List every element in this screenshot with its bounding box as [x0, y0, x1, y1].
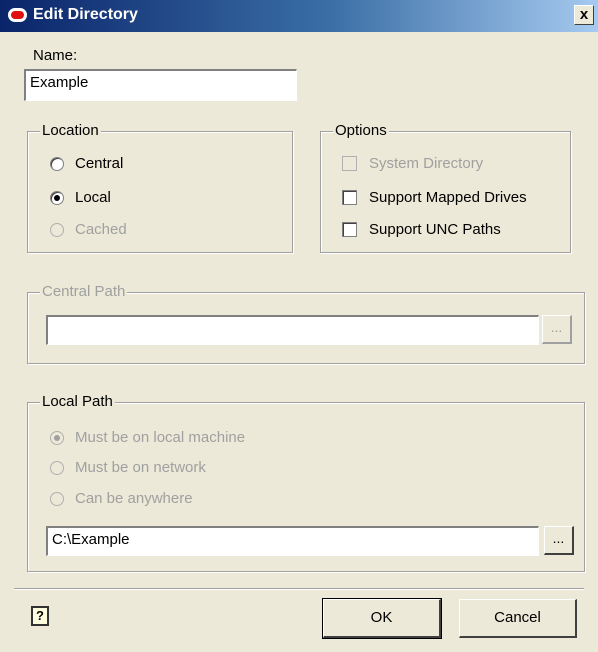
name-label: Name: [33, 47, 78, 64]
must-be-on-network-label: Must be on network [75, 459, 206, 476]
central-path-browse-button: ... [542, 315, 572, 344]
radio-local-label: Local [75, 189, 111, 206]
options-group: Options System Directory Support Mapped … [320, 122, 571, 253]
oracle-logo-icon [8, 8, 27, 22]
checkbox-support-mapped-drives[interactable]: Support Mapped Drives [342, 189, 527, 206]
help-icon[interactable]: ? [31, 606, 49, 626]
radio-central-label: Central [75, 155, 124, 172]
must-be-on-local-machine-label: Must be on local machine [75, 429, 246, 446]
local-path-input[interactable]: C:\Example [46, 526, 539, 556]
checkbox-support-unc-paths[interactable]: Support UNC Paths [342, 221, 501, 238]
checkbox-system-directory: System Directory [342, 155, 483, 172]
local-path-browse-button[interactable]: ... [544, 526, 574, 555]
radio-cached: Cached [50, 221, 127, 238]
checkbox[interactable] [342, 222, 357, 237]
title-bar[interactable]: Edit Directory x [0, 0, 598, 32]
radio-central[interactable]: Central [50, 155, 123, 172]
edit-directory-dialog: Edit Directory x Name: Example Location … [0, 0, 598, 652]
radio-can-be-anywhere: Can be anywhere [50, 490, 193, 507]
checkbox[interactable] [342, 190, 357, 205]
radio-local[interactable]: Local [50, 189, 111, 206]
local-path-group: Local Path Must be on local machine Must… [27, 393, 585, 572]
central-path-legend: Central Path [40, 283, 128, 300]
location-group: Location Central Local Cached [27, 122, 293, 253]
radio-button[interactable] [50, 156, 64, 171]
radio-button [50, 460, 64, 475]
radio-selected-dot [54, 434, 60, 441]
location-legend: Location [40, 122, 101, 139]
radio-must-be-on-local-machine: Must be on local machine [50, 429, 245, 446]
radio-button [50, 491, 64, 506]
radio-button [50, 222, 64, 237]
options-legend: Options [333, 122, 389, 139]
radio-button[interactable] [50, 190, 64, 205]
support-unc-paths-label: Support UNC Paths [369, 221, 501, 238]
radio-cached-label: Cached [75, 221, 127, 238]
footer-divider [14, 588, 584, 590]
cancel-button[interactable]: Cancel [459, 599, 577, 638]
local-path-legend: Local Path [40, 393, 115, 410]
close-button[interactable]: x [574, 5, 594, 25]
central-path-input [46, 315, 539, 345]
ok-button[interactable]: OK [322, 598, 442, 639]
system-directory-label: System Directory [369, 155, 484, 172]
checkbox [342, 156, 357, 171]
radio-must-be-on-network: Must be on network [50, 459, 206, 476]
radio-button [50, 430, 64, 445]
central-path-group: Central Path ... [27, 283, 585, 364]
can-be-anywhere-label: Can be anywhere [75, 490, 193, 507]
dialog-title: Edit Directory [33, 6, 138, 23]
support-mapped-drives-label: Support Mapped Drives [369, 189, 527, 206]
name-input[interactable]: Example [24, 69, 297, 101]
radio-selected-dot [54, 194, 60, 201]
